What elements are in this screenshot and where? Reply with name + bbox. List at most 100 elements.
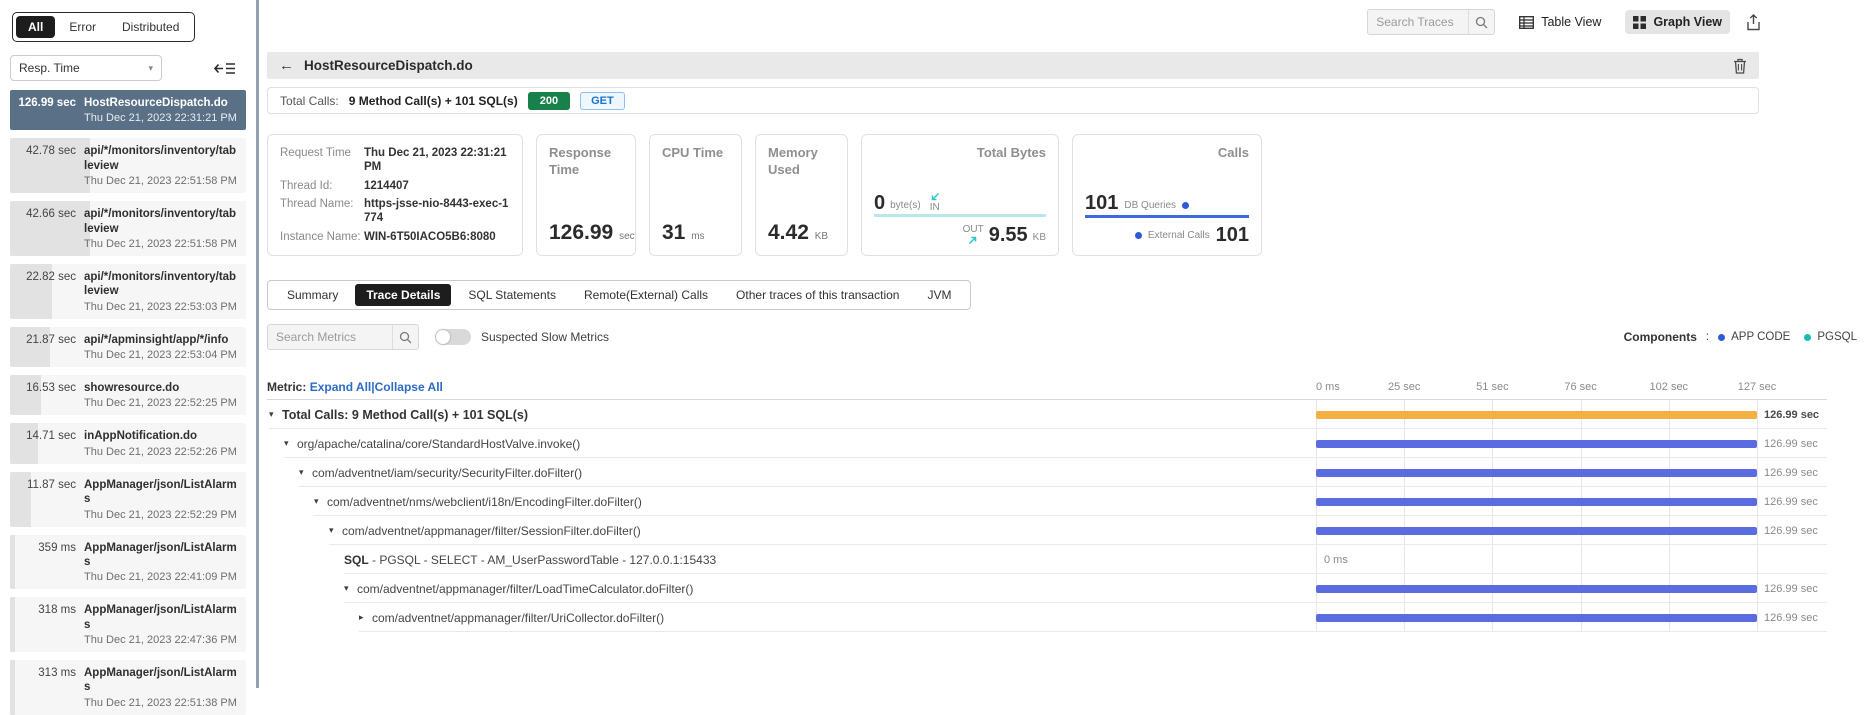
- trace-list-item[interactable]: 11.87 sec AppManager/json/ListAlarms Thu D…: [10, 471, 246, 527]
- request-info-label: Instance Name:: [280, 230, 361, 243]
- expander-down-icon[interactable]: ▾: [299, 467, 312, 478]
- memory-used-card: Memory Used 4.42 KB: [755, 134, 848, 256]
- tree-row[interactable]: ▾ com/adventnet/appmanager/filter/Session…: [267, 516, 1827, 545]
- trace-timestamp: Thu Dec 21, 2023 22:41:09 PM: [84, 571, 237, 584]
- search-traces-input[interactable]: [1368, 15, 1469, 29]
- duration-bar: [1316, 526, 1757, 535]
- response-time-card: Response Time 126.99 sec: [536, 134, 636, 256]
- table-view-icon: [1519, 15, 1535, 29]
- filter-tab-distributed[interactable]: Distributed: [110, 16, 191, 38]
- duration-bar: [1316, 468, 1757, 477]
- trace-list-item[interactable]: 21.87 sec api/*/apminsight/app/*/info Thu …: [10, 326, 246, 367]
- expander-down-icon[interactable]: ▾: [344, 583, 357, 594]
- trace-duration-bar: [10, 660, 15, 715]
- collapse-sidebar-button[interactable]: [214, 61, 236, 76]
- suspected-slow-metrics-label: Suspected Slow Metrics: [481, 330, 610, 344]
- tree-row[interactable]: ▾ com/adventnet/nms/webclient/i18n/Encodi…: [267, 487, 1827, 516]
- trace-list-item[interactable]: 313 ms AppManager/json/ListAlarms Thu Dec …: [10, 660, 246, 715]
- graph-view-label: Graph View: [1653, 15, 1722, 29]
- summary-cards-row: Request Time Thu Dec 21, 2023 22:31:21 PM…: [267, 134, 1861, 256]
- filter-tab-error[interactable]: Error: [57, 16, 108, 38]
- bytes-in-row: 0 byte(s) IN: [874, 192, 1046, 217]
- total-calls-label: Total Calls:: [280, 93, 339, 108]
- method-label: org/apache/catalina/core/StandardHostVal…: [297, 436, 581, 451]
- tree-row[interactable]: SQL - PGSQL - SELECT - AM_UserPasswordTa…: [267, 545, 1827, 574]
- component-name: APP CODE: [1731, 331, 1791, 343]
- duration-bar: [1316, 410, 1757, 419]
- tree-row[interactable]: ▾ com/adventnet/iam/security/SecurityFilt…: [267, 458, 1827, 487]
- expand-all-link[interactable]: Expand All: [310, 380, 372, 394]
- duration-bar: [1316, 584, 1757, 593]
- sort-dropdown[interactable]: Resp. Time ▾: [10, 55, 162, 81]
- trace-filter-tabs: All Error Distributed: [12, 12, 196, 42]
- search-icon[interactable]: [1468, 10, 1494, 34]
- trace-list-item[interactable]: 318 ms AppManager/json/ListAlarms Thu Dec …: [10, 597, 246, 652]
- trace-list-item[interactable]: 359 ms AppManager/json/ListAlarms Thu Dec …: [10, 534, 246, 590]
- trace-list-item[interactable]: 16.53 sec showresource.do Thu Dec 21, 2023…: [10, 375, 246, 416]
- request-info-value: 1214407: [364, 179, 409, 192]
- trace-list-item[interactable]: 42.66 sec api/*/monitors/inventory/tablev…: [10, 201, 246, 256]
- tree-row[interactable]: ▾ org/apache/catalina/core/StandardHostVa…: [267, 429, 1827, 458]
- collapse-all-link[interactable]: Collapse All: [375, 380, 443, 394]
- axis-tick: 102 sec: [1649, 381, 1689, 393]
- bytes-out-row: OUT 9.55 KB: [874, 224, 1046, 245]
- trace-name: AppManager/json/ListAlarms: [84, 604, 237, 631]
- trace-name: AppManager/json/ListAlarms: [84, 667, 237, 694]
- delete-trace-button[interactable]: [1733, 58, 1747, 74]
- tree-row[interactable]: ▸ com/adventnet/appmanager/filter/UriColl…: [267, 603, 1827, 632]
- tree-row[interactable]: ▾ com/adventnet/appmanager/filter/LoadTim…: [267, 574, 1827, 603]
- trace-info: showresource.do Thu Dec 21, 2023 22:52:25…: [84, 381, 238, 409]
- component-name: PGSQL: [1817, 331, 1857, 343]
- total-bytes-card: Total Bytes 0 byte(s) IN OUT 9.55 KB: [861, 134, 1059, 256]
- export-button[interactable]: [1746, 13, 1761, 31]
- total-bytes-title: Total Bytes: [976, 145, 1046, 160]
- expander-down-icon[interactable]: ▾: [284, 438, 297, 449]
- trace-timestamp: Thu Dec 21, 2023 22:53:04 PM: [84, 349, 237, 361]
- expander-down-icon[interactable]: ▾: [329, 525, 342, 536]
- component-legend-item: PGSQL: [1804, 331, 1857, 343]
- trace-list-item[interactable]: 14.71 sec inAppNotification.do Thu Dec 21,…: [10, 423, 246, 464]
- external-calls-value: 101: [1215, 224, 1249, 246]
- trace-info: api/*/apminsight/app/*/info Thu Dec 21, 2…: [84, 333, 238, 361]
- filter-tab-all[interactable]: All: [16, 16, 56, 38]
- expander-down-icon[interactable]: ▾: [314, 496, 327, 507]
- db-queries-dot: [1182, 202, 1190, 209]
- trace-duration: 22.82 sec: [26, 270, 76, 283]
- tab-trace-details[interactable]: Trace Details: [355, 284, 452, 306]
- trace-list-item[interactable]: 126.99 sec HostResourceDispatch.do Thu Dec…: [10, 90, 246, 131]
- trace-duration: 359 ms: [38, 541, 76, 554]
- cpu-time-title: CPU Time: [662, 145, 724, 160]
- bytes-out-direction: OUT: [963, 224, 984, 245]
- tab-jvm[interactable]: JVM: [916, 284, 962, 306]
- trace-list-item[interactable]: 42.78 sec api/*/monitors/inventory/tablev…: [10, 138, 246, 194]
- tree-row[interactable]: ▾ Total Calls: 9 Method Call(s) + 101 SQL…: [267, 400, 1827, 429]
- trace-duration: 14.71 sec: [26, 430, 76, 443]
- duration-bar: [1316, 613, 1757, 622]
- sort-row: Resp. Time ▾: [10, 55, 246, 81]
- chevron-down-icon: ▾: [148, 62, 153, 73]
- bytes-in-direction: IN: [930, 192, 940, 213]
- search-icon[interactable]: [392, 325, 418, 349]
- tree-rows: ▾ Total Calls: 9 Method Call(s) + 101 SQL…: [267, 400, 1827, 632]
- expander-right-icon[interactable]: ▸: [359, 612, 372, 623]
- duration-value: 126.99 sec: [1764, 408, 1820, 421]
- trace-list-item[interactable]: 22.82 sec api/*/monitors/inventory/tablev…: [10, 263, 246, 319]
- tab-other-traces-of-this-transaction[interactable]: Other traces of this transaction: [725, 284, 910, 306]
- metrics-toolbar: Suspected Slow Metrics Components : APP …: [267, 324, 1861, 350]
- tab-sql-statements[interactable]: SQL Statements: [457, 284, 567, 306]
- duration-bar: [1316, 439, 1757, 448]
- trace-info: AppManager/json/ListAlarms Thu Dec 21, 20…: [84, 666, 238, 709]
- search-metrics-input[interactable]: [268, 330, 392, 344]
- suspected-slow-metrics-toggle[interactable]: [435, 329, 471, 345]
- tab-summary[interactable]: Summary: [276, 284, 349, 306]
- trace-duration-bar: [10, 597, 15, 652]
- tab-remote-external-calls[interactable]: Remote(External) Calls: [573, 284, 719, 306]
- trace-duration: 42.78 sec: [26, 145, 76, 158]
- table-view-button[interactable]: Table View: [1511, 10, 1609, 34]
- timeline-axis: 0 ms 25 sec 51 sec 76 sec 102 sec 127 sec: [1316, 380, 1776, 399]
- trace-name: HostResourceDispatch.do: [84, 97, 228, 109]
- graph-view-button[interactable]: Graph View: [1625, 10, 1730, 34]
- expander-down-icon[interactable]: ▾: [269, 409, 282, 420]
- trace-duration: 313 ms: [38, 667, 76, 679]
- back-arrow-icon[interactable]: ←: [279, 58, 294, 73]
